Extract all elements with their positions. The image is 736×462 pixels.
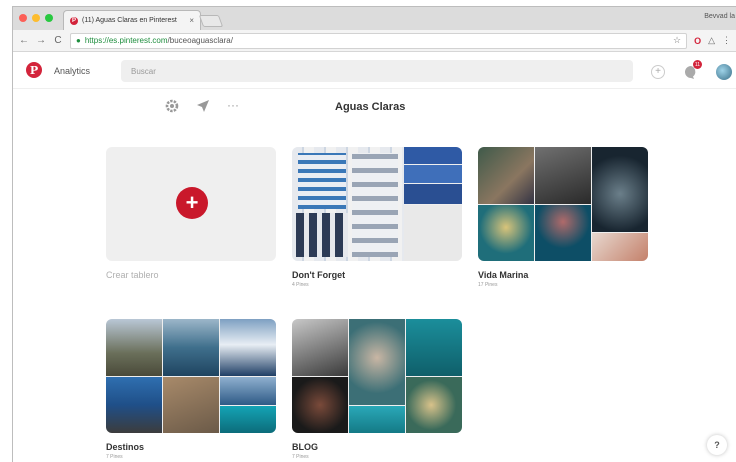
cover-image bbox=[535, 147, 591, 204]
create-board-plus-icon[interactable]: + bbox=[176, 187, 208, 219]
tab-strip: P (11) Aguas Claras en Pinterest × Bevva… bbox=[13, 7, 736, 30]
cover-image bbox=[352, 153, 398, 257]
browser-tab[interactable]: P (11) Aguas Claras en Pinterest × bbox=[63, 10, 201, 30]
board-pin-count: 4 Pines bbox=[292, 282, 309, 288]
board-pin-count: 17 Pines bbox=[478, 282, 498, 288]
notification-badge: 11 bbox=[693, 60, 702, 69]
board-pin-count: 7 Pines bbox=[106, 454, 123, 460]
back-icon[interactable]: ← bbox=[19, 35, 29, 46]
url-secure-part: https://es.pinterest.com bbox=[84, 36, 168, 45]
board-name[interactable]: Vida Marina bbox=[478, 270, 648, 280]
board-cover[interactable] bbox=[292, 147, 462, 261]
send-icon[interactable] bbox=[196, 99, 210, 116]
cover-image bbox=[163, 319, 219, 376]
cover-image bbox=[220, 406, 276, 433]
cover-image bbox=[349, 319, 405, 405]
cover-image bbox=[404, 205, 462, 261]
create-board-card[interactable]: + Crear tablero bbox=[106, 147, 276, 280]
cover-image bbox=[404, 184, 462, 204]
page-title: Aguas Claras bbox=[335, 101, 406, 113]
search-input[interactable]: Buscar bbox=[121, 60, 633, 82]
maximize-window-button[interactable] bbox=[45, 14, 53, 22]
cover-image bbox=[292, 377, 348, 433]
cover-image bbox=[163, 377, 219, 433]
pinterest-favicon-icon: P bbox=[70, 16, 78, 25]
minimize-window-button[interactable] bbox=[32, 14, 40, 22]
cover-image bbox=[296, 213, 348, 257]
board-name[interactable]: BLOG bbox=[292, 442, 462, 452]
board-name[interactable]: Don't Forget bbox=[292, 270, 462, 280]
board-pin-count: 7 Pines bbox=[292, 454, 309, 460]
reload-icon[interactable]: C bbox=[53, 35, 63, 46]
cover-image bbox=[298, 153, 346, 209]
more-options-icon[interactable]: ··· bbox=[227, 98, 239, 112]
board-card[interactable]: Don't Forget 4 Pines bbox=[292, 147, 462, 288]
cover-image bbox=[592, 147, 648, 232]
lock-icon: ● bbox=[76, 36, 81, 45]
cover-image bbox=[220, 319, 276, 376]
board-card[interactable]: Destinos 7 Pines bbox=[106, 319, 276, 460]
cover-image bbox=[349, 406, 405, 433]
avatar[interactable] bbox=[716, 64, 732, 80]
cover-image bbox=[404, 147, 462, 164]
address-bar[interactable]: ● https://es.pinterest.com/buceoaguascla… bbox=[70, 32, 688, 49]
browser-window: P (11) Aguas Claras en Pinterest × Bevva… bbox=[12, 6, 736, 462]
cover-image bbox=[292, 319, 348, 376]
cover-image bbox=[106, 377, 162, 433]
board-cover[interactable] bbox=[478, 147, 648, 261]
board-cover[interactable] bbox=[106, 319, 276, 433]
cover-image bbox=[478, 205, 534, 261]
cover-image bbox=[406, 377, 462, 433]
opera-extension-icon[interactable]: O bbox=[694, 36, 701, 46]
board-name[interactable]: Crear tablero bbox=[106, 270, 276, 280]
cover-image bbox=[478, 147, 534, 204]
pinterest-logo-icon[interactable]: P bbox=[26, 62, 42, 78]
window-controls bbox=[19, 14, 53, 22]
profile-name[interactable]: Bevvad la bbox=[704, 13, 735, 20]
settings-icon[interactable] bbox=[165, 99, 179, 116]
cover-image bbox=[535, 205, 591, 261]
board-name[interactable]: Destinos bbox=[106, 442, 276, 452]
extension-icon[interactable]: △ bbox=[708, 35, 715, 46]
menu-icon[interactable]: ⋮ bbox=[722, 35, 731, 46]
help-button[interactable]: ? bbox=[707, 435, 727, 455]
browser-toolbar: ← → C ● https://es.pinterest.com/buceoag… bbox=[13, 30, 736, 52]
cover-image bbox=[404, 165, 462, 183]
forward-icon[interactable]: → bbox=[36, 35, 46, 46]
bookmark-star-icon[interactable]: ☆ bbox=[673, 35, 681, 46]
new-tab-button[interactable] bbox=[198, 15, 224, 27]
board-card[interactable]: Vida Marina 17 Pines bbox=[478, 147, 648, 288]
pinterest-header: P Analytics Buscar + 11 bbox=[13, 53, 736, 89]
tab-close-icon[interactable]: × bbox=[189, 16, 194, 25]
add-pin-icon[interactable]: + bbox=[651, 65, 665, 79]
url-path: /buceoaguasclara/ bbox=[167, 36, 233, 45]
board-card[interactable]: BLOG 7 Pines bbox=[292, 319, 462, 460]
close-window-button[interactable] bbox=[19, 14, 27, 22]
cover-image bbox=[406, 319, 462, 376]
cover-image bbox=[592, 233, 648, 261]
cover-image bbox=[106, 319, 162, 376]
tab-title: (11) Aguas Claras en Pinterest bbox=[82, 17, 177, 24]
board-cover[interactable] bbox=[292, 319, 462, 433]
analytics-link[interactable]: Analytics bbox=[54, 66, 90, 76]
cover-image bbox=[220, 377, 276, 405]
create-board-cover[interactable]: + bbox=[106, 147, 276, 261]
